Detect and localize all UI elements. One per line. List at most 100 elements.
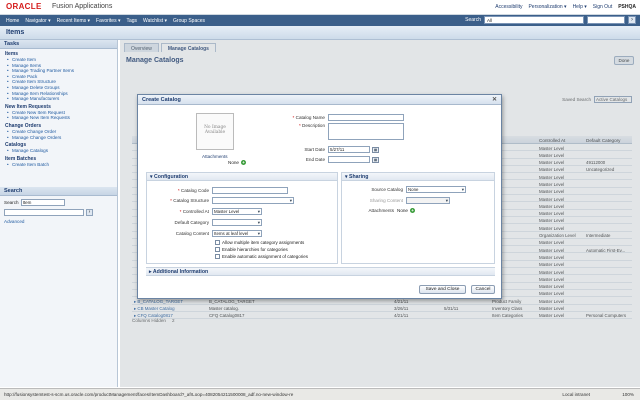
controlled-at-select[interactable]: Master Level	[212, 208, 262, 215]
nav-tags[interactable]: Tags	[126, 18, 137, 24]
multi-assign-checkbox[interactable]: Allow multiple item category assignments	[215, 240, 304, 245]
header-links: Accessibility Personalization ▾ Help ▾ S…	[495, 4, 636, 10]
calendar-icon[interactable]: ▦	[372, 156, 379, 163]
end-date-input[interactable]	[328, 156, 370, 163]
checkbox-box[interactable]	[215, 240, 220, 245]
description-row: * Description	[273, 123, 404, 140]
oracle-logo: ORACLE	[6, 2, 42, 11]
nav-search-scope[interactable]: All	[484, 16, 584, 24]
catalog-code-label: Catalog Code	[180, 188, 209, 193]
catalog-structure-row: * Catalog Structure	[156, 197, 294, 204]
configuration-header[interactable]: ▾ Configuration	[147, 173, 337, 181]
close-icon[interactable]: ✕	[492, 96, 497, 103]
dialog-title-text: Create Catalog	[142, 97, 181, 103]
user-name: PSHQA	[618, 4, 636, 10]
accessibility-link[interactable]: Accessibility	[495, 4, 522, 10]
auto-assign-checkbox[interactable]: Enable automatic assignment of categorie…	[215, 254, 308, 259]
checkbox-box[interactable]	[215, 247, 220, 252]
end-date-label: End Date	[305, 157, 325, 162]
left-panel: Tasks Items Create Item Manage Items Man…	[0, 40, 118, 387]
dialog-title: Create Catalog ✕	[138, 95, 501, 105]
zoom-level[interactable]: 100%	[622, 392, 634, 397]
source-catalog-label: Source Catalog	[371, 187, 403, 192]
catalog-content-label: Catalog Content	[175, 231, 209, 236]
catalog-name-input[interactable]	[328, 114, 404, 121]
start-date-label: Start Date	[304, 147, 325, 152]
catalog-content-row: Catalog Content Items at leaf level	[156, 230, 262, 237]
catalog-code-row: * Catalog Code	[156, 187, 288, 194]
catalog-code-input[interactable]	[212, 187, 288, 194]
task-manage-new-item-requests[interactable]: Manage New Item Requests	[7, 115, 117, 121]
personalization-menu[interactable]: Personalization ▾	[528, 4, 566, 10]
calendar-icon[interactable]: ▦	[372, 146, 379, 153]
nav-search-input[interactable]	[587, 16, 625, 24]
page-title-bar: Items	[0, 26, 640, 40]
search-type-label: Search	[4, 200, 19, 205]
page-title: Items	[6, 29, 25, 36]
nav-navigator[interactable]: Navigator ▾	[25, 18, 50, 24]
hierarchies-checkbox[interactable]: Enable hierarchies for categories	[215, 247, 288, 252]
search-header[interactable]: Search	[0, 187, 117, 196]
nav-recent-items[interactable]: Recent Items ▾	[57, 18, 90, 24]
auto-assign-label: Enable automatic assignment of categorie…	[222, 254, 309, 259]
catalog-structure-label: Catalog Structure	[173, 198, 209, 203]
left-search-panel: Search Search Item › Advanced	[0, 187, 117, 224]
catalog-content-select[interactable]: Items at leaf level	[212, 230, 262, 237]
app-name: Fusion Applications	[52, 3, 113, 10]
sharing-attachments-label: Attachments	[368, 208, 394, 213]
hierarchies-label: Enable hierarchies for categories	[222, 247, 288, 252]
multi-assign-label: Allow multiple item category assignments	[222, 240, 305, 245]
security-zone: Local intranet	[562, 392, 590, 397]
browser-status-bar: http://fusionsystemtest-s-scm.us.oracle.…	[0, 388, 640, 400]
sign-out-link[interactable]: Sign Out	[593, 4, 612, 10]
task-manage-change-orders[interactable]: Manage Change Orders	[7, 135, 117, 141]
add-attachment-icon[interactable]: +	[240, 160, 246, 165]
description-input[interactable]	[328, 123, 404, 140]
default-category-row: Default Category	[156, 219, 262, 226]
configuration-title: Configuration	[154, 174, 189, 180]
start-date-row: Start Date 5/27/11 ▦	[273, 146, 379, 153]
help-menu[interactable]: Help ▾	[573, 4, 587, 10]
nav-bar: Home Navigator ▾ Recent Items ▾ Favorite…	[0, 15, 640, 26]
sharing-content-label: Sharing Content	[369, 198, 403, 203]
catalog-name-label: Catalog Name	[295, 115, 325, 120]
search-type-select[interactable]: Item	[20, 199, 65, 206]
no-image-placeholder: No Image Available	[196, 113, 234, 150]
task-manage-manufacturers[interactable]: Manage Manufacturers	[7, 96, 117, 102]
sharing-header[interactable]: ▾ Sharing	[342, 173, 494, 181]
default-category-select[interactable]	[212, 219, 262, 226]
default-category-label: Default Category	[174, 220, 209, 225]
additional-information-title: Additional Information	[152, 269, 209, 275]
attachments-value: None +	[228, 160, 246, 165]
left-search-go-button[interactable]: ›	[86, 209, 93, 216]
nav-home[interactable]: Home	[6, 18, 19, 24]
nav-watchlist[interactable]: Watchlist ▾	[143, 18, 167, 24]
nav-search-go-button[interactable]: ›	[628, 16, 636, 24]
source-catalog-select[interactable]: None	[406, 186, 466, 193]
checkbox-box[interactable]	[215, 254, 220, 259]
nav-search-label: Search	[465, 17, 481, 23]
cancel-button[interactable]: Cancel	[471, 285, 495, 294]
nav-favorites[interactable]: Favorites ▾	[96, 18, 120, 24]
task-manage-catalogs[interactable]: Manage Catalogs	[7, 148, 117, 154]
add-attachment-icon[interactable]: +	[409, 208, 415, 213]
status-url: http://fusionsystemtest-s-scm.us.oracle.…	[4, 392, 294, 397]
create-catalog-dialog: Create Catalog ✕ No Image Available Atta…	[137, 94, 502, 299]
additional-information-header[interactable]: ▸ Additional Information	[146, 267, 495, 276]
description-label: Description	[302, 123, 325, 128]
task-create-item-batch[interactable]: Create Item Batch	[7, 162, 117, 168]
catalog-structure-select[interactable]	[212, 197, 294, 204]
nav-group-spaces[interactable]: Group Spaces	[173, 18, 205, 24]
sharing-content-select	[406, 197, 450, 204]
save-and-close-button[interactable]: Save and Close	[419, 285, 466, 294]
advanced-search-link[interactable]: Advanced	[4, 219, 117, 224]
sharing-attachments-row: Attachments None +	[346, 208, 415, 213]
start-date-input[interactable]: 5/27/11	[328, 146, 370, 153]
tasks-header[interactable]: Tasks	[0, 40, 117, 49]
left-search-input[interactable]	[4, 209, 84, 216]
sharing-content-row: Sharing Content	[346, 197, 450, 204]
controlled-at-label: Controlled At	[182, 209, 209, 214]
catalog-name-row: * Catalog Name	[273, 114, 404, 121]
global-header: ORACLE Fusion Applications Accessibility…	[0, 0, 640, 15]
sharing-title: Sharing	[349, 174, 369, 180]
